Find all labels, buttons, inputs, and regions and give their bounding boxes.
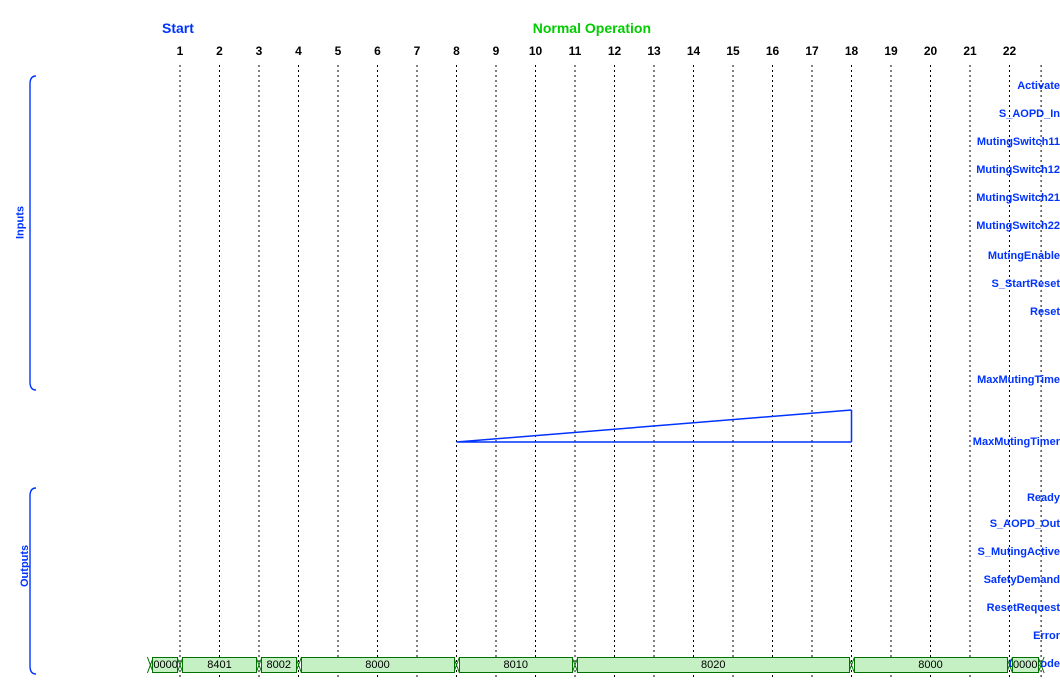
tick-label: 10 <box>529 44 542 58</box>
tick-label: 16 <box>766 44 779 58</box>
tick-label: 17 <box>805 44 818 58</box>
group-label-outputs: Outputs <box>19 545 31 587</box>
tick-label: 4 <box>295 44 302 58</box>
title-start: Start <box>162 20 194 36</box>
signal-label-activate: Activate <box>895 80 1060 92</box>
signal-label-error: Error <box>895 630 1060 642</box>
tick-label: 14 <box>687 44 700 58</box>
signal-label-resetrequest: ResetRequest <box>895 602 1060 614</box>
signal-label-mutingenable: MutingEnable <box>895 250 1060 262</box>
tick-label: 11 <box>569 44 582 58</box>
diagcode-segment: 8000 <box>301 657 455 673</box>
diagcode-segment: 0000 <box>152 657 178 673</box>
tick-label: 21 <box>963 44 976 58</box>
group-label-inputs: Inputs <box>15 206 27 239</box>
signal-label-mutingswitch21: MutingSwitch21 <box>895 192 1060 204</box>
tick-label: 3 <box>256 44 263 58</box>
tick-label: 1 <box>177 44 184 58</box>
tick-label: 7 <box>414 44 421 58</box>
diagcode-segment: 8401 <box>182 657 257 673</box>
signal-label-ready: Ready <box>895 492 1060 504</box>
signal-label-mutingswitch22: MutingSwitch22 <box>895 220 1060 232</box>
diagcode-segment: 8002 <box>261 657 297 673</box>
tick-label: 13 <box>647 44 660 58</box>
tick-label: 20 <box>924 44 937 58</box>
signal-label-maxmutingtimer: MaxMutingTimer <box>895 436 1060 448</box>
tick-label: 15 <box>726 44 739 58</box>
signal-label-smutingactive: S_MutingActive <box>895 546 1060 558</box>
signal-label-saopdin: S_AOPD_In <box>895 108 1060 120</box>
signal-label-mutingswitch12: MutingSwitch12 <box>895 164 1060 176</box>
tick-label: 19 <box>884 44 897 58</box>
diagcode-segment: 8010 <box>459 657 574 673</box>
diagcode-segment: 8020 <box>577 657 850 673</box>
tick-label: 2 <box>216 44 223 58</box>
signal-label-sstartreset: S_StartReset <box>895 278 1060 290</box>
diagcode-segment: 0000 <box>1012 657 1040 673</box>
tick-label: 12 <box>608 44 621 58</box>
tick-label: 22 <box>1003 44 1016 58</box>
signal-label-reset: Reset <box>895 306 1060 318</box>
signal-label-saopdout: S_AOPD_Out <box>895 518 1060 530</box>
title-normal: Normal Operation <box>533 20 651 36</box>
tick-label: 5 <box>335 44 342 58</box>
tick-label: 9 <box>493 44 500 58</box>
tick-label: 8 <box>453 44 460 58</box>
signal-label-mutingswitch11: MutingSwitch11 <box>895 136 1060 148</box>
diagcode-segment: 8000 <box>854 657 1008 673</box>
tick-label: 6 <box>374 44 381 58</box>
signal-label-maxmutingtime: MaxMutingTime <box>895 374 1060 386</box>
signal-label-safetydemand: SafetyDemand <box>895 574 1060 586</box>
tick-label: 18 <box>845 44 858 58</box>
